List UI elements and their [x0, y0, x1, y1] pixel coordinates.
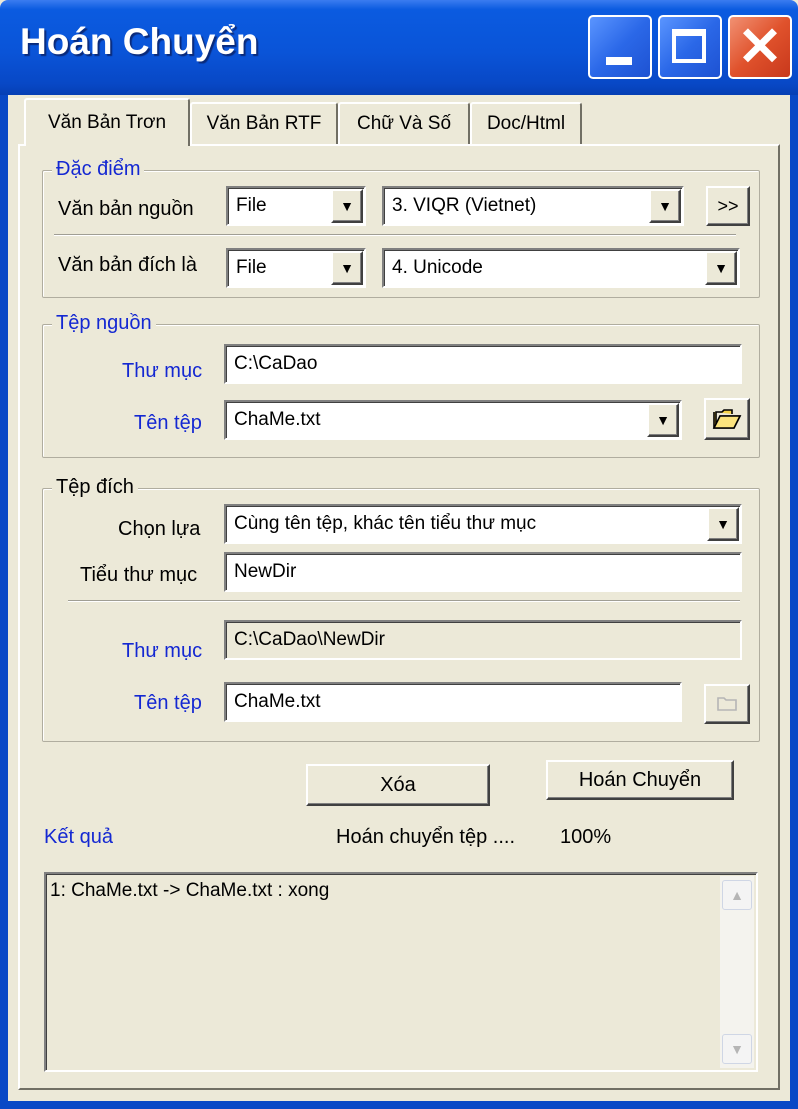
chevron-down-icon[interactable]: ▼ — [647, 403, 679, 437]
source-text-label: Văn bản nguồn — [58, 198, 194, 220]
chevron-down-icon[interactable]: ▼ — [331, 251, 363, 285]
progress-text: 100% — [560, 826, 612, 848]
result-label: Kết quả — [44, 826, 113, 848]
target-folder-label: Thư mục — [122, 640, 203, 662]
choice-select[interactable]: Cùng tên tệp, khác tên tiểu thư mục ▼ — [224, 504, 742, 544]
more-button[interactable]: >> — [706, 186, 750, 226]
dac-diem-legend: Đặc điểm — [52, 158, 145, 181]
tep-nguon-legend: Tệp nguồn — [52, 312, 156, 335]
maximize-icon — [672, 29, 706, 63]
minimize-button[interactable] — [588, 15, 652, 79]
window-border-bottom — [0, 1101, 798, 1109]
window-border-right — [790, 95, 798, 1109]
result-log[interactable]: 1: ChaMe.txt -> ChaMe.txt : xong ▲ ▼ — [44, 872, 758, 1072]
source-type-select[interactable]: File ▼ — [226, 186, 366, 226]
log-scrollbar[interactable]: ▲ ▼ — [720, 876, 754, 1068]
target-folder-value: C:\CaDao\NewDir — [234, 629, 385, 650]
chevron-down-icon[interactable]: ▼ — [649, 189, 681, 223]
chevron-down-icon[interactable]: ▼ — [705, 251, 737, 285]
window-border-left — [0, 95, 8, 1109]
maximize-button[interactable] — [658, 15, 722, 79]
choice-value: Cùng tên tệp, khác tên tiểu thư mục — [234, 513, 537, 534]
subdir-value: NewDir — [234, 561, 297, 582]
source-folder-value: C:\CaDao — [234, 353, 318, 374]
source-type-value: File — [236, 195, 267, 216]
subdir-input[interactable]: NewDir — [224, 552, 742, 592]
source-encoding-value: 3. VIQR (Vietnet) — [392, 195, 537, 216]
target-encoding-select[interactable]: 4. Unicode ▼ — [382, 248, 740, 288]
tep-dich-legend: Tệp đích — [52, 476, 138, 499]
folder-icon — [717, 697, 737, 711]
clear-button[interactable]: Xóa — [306, 764, 490, 806]
source-folder-label: Thư mục — [122, 360, 203, 382]
target-file-input[interactable]: ChaMe.txt — [224, 682, 682, 722]
source-file-select[interactable]: ChaMe.txt ▼ — [224, 400, 682, 440]
target-type-value: File — [236, 257, 267, 278]
source-file-label: Tên tệp — [134, 412, 202, 434]
divider — [68, 600, 740, 602]
tab-van-ban-tron[interactable]: Văn Bản Trơn — [24, 98, 190, 146]
browse-target-button[interactable] — [704, 684, 750, 724]
source-file-value: ChaMe.txt — [234, 409, 321, 430]
log-line: 1: ChaMe.txt -> ChaMe.txt : xong — [50, 880, 330, 901]
chevron-down-icon[interactable]: ▼ — [331, 189, 363, 223]
target-text-label: Văn bản đích là — [58, 254, 197, 276]
target-file-label: Tên tệp — [134, 692, 202, 714]
convert-button[interactable]: Hoán Chuyển — [546, 760, 734, 800]
target-type-select[interactable]: File ▼ — [226, 248, 366, 288]
subdir-label: Tiểu thư mục — [80, 564, 198, 586]
close-icon: ✕ — [737, 17, 783, 77]
close-button[interactable]: ✕ — [728, 15, 792, 79]
status-text: Hoán chuyển tệp .... — [336, 826, 516, 848]
scroll-down-icon[interactable]: ▼ — [722, 1034, 752, 1064]
window-title: Hoán Chuyển — [20, 21, 259, 62]
source-folder-input[interactable]: C:\CaDao — [224, 344, 742, 384]
source-encoding-select[interactable]: 3. VIQR (Vietnet) ▼ — [382, 186, 684, 226]
target-folder-field: C:\CaDao\NewDir — [224, 620, 742, 660]
folder-open-icon — [712, 409, 742, 429]
tab-van-ban-rtf[interactable]: Văn Bản RTF — [190, 102, 338, 144]
tab-chu-va-so[interactable]: Chữ Và Số — [338, 102, 470, 144]
browse-folder-button[interactable] — [704, 398, 750, 440]
scroll-up-icon[interactable]: ▲ — [722, 880, 752, 910]
target-encoding-value: 4. Unicode — [392, 257, 483, 278]
divider — [54, 234, 736, 236]
choice-label: Chọn lựa — [118, 518, 201, 540]
chevron-down-icon[interactable]: ▼ — [707, 507, 739, 541]
tab-doc-html[interactable]: Doc/Html — [470, 102, 582, 144]
minimize-icon — [606, 57, 632, 65]
target-file-value: ChaMe.txt — [234, 691, 321, 712]
